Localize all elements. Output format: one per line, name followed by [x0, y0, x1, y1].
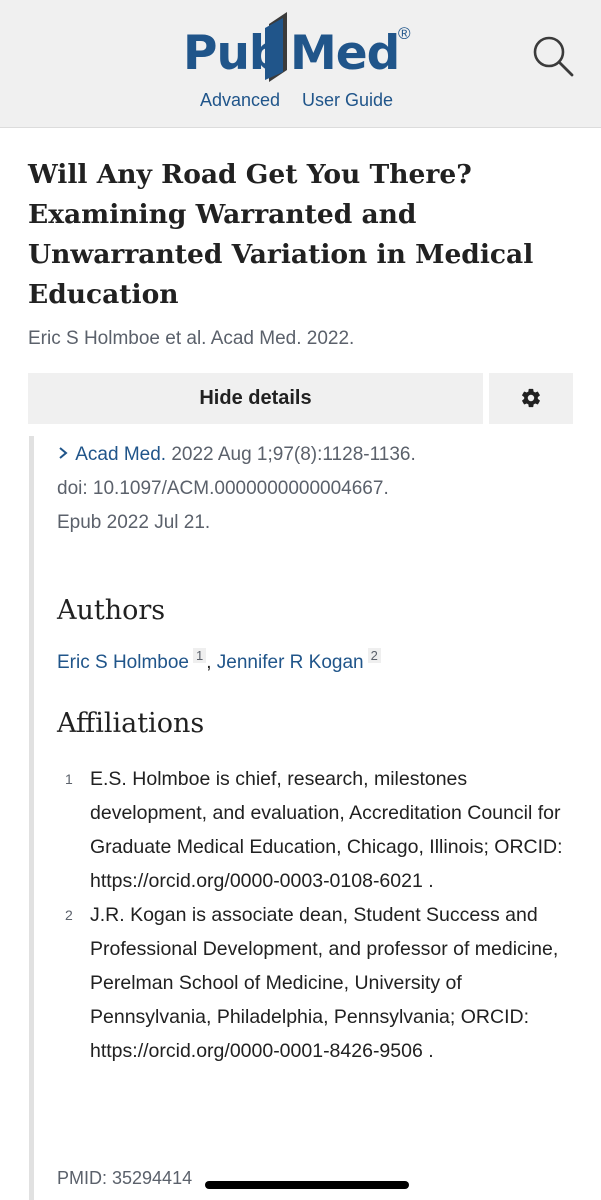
authors-list: Eric S Holmboe 1, Jennifer R Kogan 2: [57, 648, 381, 674]
registered-mark: ®: [398, 24, 411, 43]
user-guide-link[interactable]: User Guide: [302, 90, 393, 111]
affiliation-text: J.R. Kogan is associate dean, Student Su…: [90, 904, 559, 1062]
doi-text: doi: 10.1097/ACM.0000000000004667.: [57, 478, 389, 499]
affiliation-number: 2: [65, 907, 73, 923]
author-affiliation-ref[interactable]: 1: [193, 648, 207, 663]
article-title: Will Any Road Get You There? Examining W…: [28, 159, 534, 310]
header: Pub Med ® Advanced User Guide: [0, 0, 601, 128]
affiliations-heading: Affiliations: [57, 708, 205, 739]
chevron-right-icon: [57, 438, 71, 472]
affiliation-text: E.S. Holmboe is chief, research, milesto…: [90, 768, 563, 892]
pmid: PMID: 35294414: [57, 1168, 193, 1188]
affiliation-item: 1 E.S. Holmboe is chief, research, miles…: [57, 762, 577, 898]
affiliation-number: 1: [65, 771, 73, 787]
home-indicator[interactable]: [205, 1181, 409, 1189]
journal-link[interactable]: Acad Med.: [75, 444, 166, 465]
book-icon: [265, 12, 287, 82]
journal-citation: Acad Med. 2022 Aug 1;97(8):1128-1136. do…: [57, 438, 577, 540]
hide-details-button[interactable]: Hide details: [28, 373, 483, 424]
pubmed-logo[interactable]: Pub Med ®: [183, 10, 423, 88]
affiliation-item: 2 J.R. Kogan is associate dean, Student …: [57, 898, 577, 1068]
display-options-button[interactable]: [489, 373, 573, 424]
affiliations-list: 1 E.S. Holmboe is chief, research, miles…: [57, 762, 577, 1068]
search-icon: [533, 36, 574, 77]
author-link-holmboe[interactable]: Eric S Holmboe: [57, 652, 189, 673]
author-link-kogan[interactable]: Jennifer R Kogan: [217, 652, 364, 673]
epub-date: Epub 2022 Jul 21.: [57, 512, 211, 533]
author-affiliation-ref[interactable]: 2: [367, 648, 381, 663]
details-panel-border: [29, 436, 34, 1200]
journal-issue: 2022 Aug 1;97(8):1128-1136.: [166, 444, 416, 465]
gear-icon: [522, 388, 540, 408]
search-button[interactable]: [530, 34, 576, 80]
short-citation: Eric S Holmboe et al. Acad Med. 2022.: [28, 328, 355, 349]
author-separator: ,: [206, 652, 217, 673]
advanced-link[interactable]: Advanced: [200, 90, 280, 111]
authors-heading: Authors: [57, 595, 166, 626]
logo-med-text: Med: [290, 26, 400, 81]
